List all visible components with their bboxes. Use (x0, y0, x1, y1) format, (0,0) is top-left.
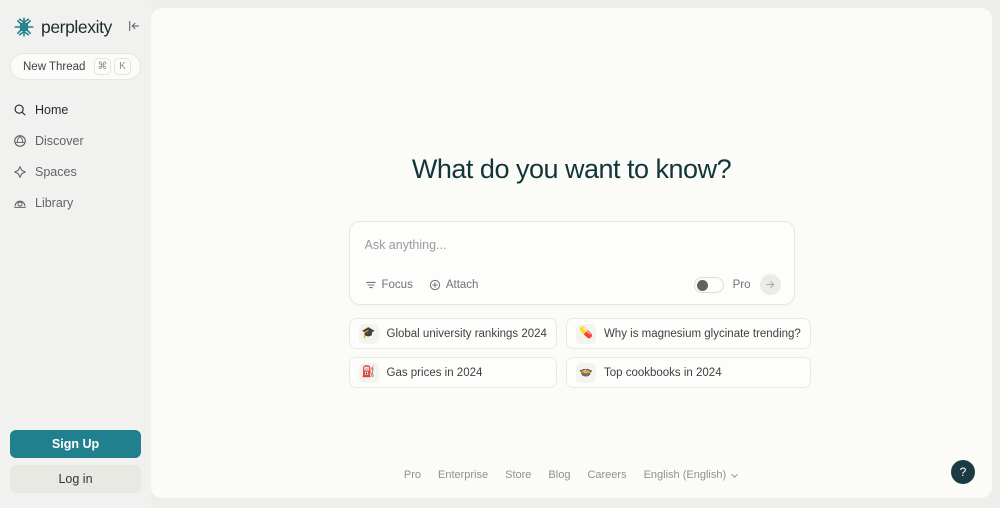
sidebar-nav: Home Discover Spaces Library (0, 94, 151, 218)
spaces-diamond-icon (14, 165, 26, 178)
auth-buttons: Sign Up Log in (0, 430, 151, 508)
footer-link-enterprise[interactable]: Enterprise (438, 469, 488, 481)
sidebar: perplexity New Thread ⌘ K Home Discover … (0, 0, 151, 508)
pro-toggle-knob (696, 279, 708, 291)
focus-sliders-icon (365, 281, 376, 288)
collapse-arrow-icon (129, 21, 139, 31)
composer-toolbar: Focus Attach Pro (365, 274, 781, 295)
new-thread-button[interactable]: New Thread ⌘ K (10, 53, 141, 80)
help-button[interactable]: ? (951, 460, 975, 484)
graduation-cap-icon: 🎓 (358, 323, 379, 344)
language-label: English (English) (643, 469, 727, 481)
pill-capsule-icon: 💊 (575, 323, 596, 344)
shortcut-letter-key: K (114, 58, 131, 75)
log-in-button[interactable]: Log in (10, 465, 141, 493)
suggestion-card-0[interactable]: 🎓 Global university rankings 2024 (348, 318, 557, 349)
sidebar-item-library[interactable]: Library (0, 187, 151, 218)
sidebar-item-spaces-label: Spaces (35, 164, 77, 179)
brand-name: perplexity (41, 16, 112, 37)
sidebar-item-home[interactable]: Home (0, 94, 151, 125)
suggestion-label-0: Global university rankings 2024 (386, 327, 547, 340)
discover-globe-icon (14, 134, 26, 147)
footer-link-pro[interactable]: Pro (404, 469, 421, 481)
page-title: What do you want to know? (411, 154, 732, 184)
main-card: What do you want to know? Focus (151, 8, 992, 498)
library-icon (14, 200, 26, 208)
composer: Focus Attach Pro (348, 221, 795, 305)
submit-button[interactable] (759, 274, 781, 295)
suggestion-card-1[interactable]: 💊 Why is magnesium glycinate trending? (565, 318, 811, 349)
attach-button[interactable]: Attach (429, 278, 479, 291)
suggestion-label-3: Top cookbooks in 2024 (603, 366, 722, 379)
pro-label: Pro (732, 278, 751, 291)
perplexity-logo-icon (14, 17, 34, 37)
sign-up-button[interactable]: Sign Up (10, 430, 141, 458)
sidebar-item-library-label: Library (35, 195, 74, 210)
suggestion-list: 🎓 Global university rankings 2024 💊 Why … (348, 318, 811, 388)
footer-link-blog[interactable]: Blog (548, 469, 570, 481)
search-input[interactable] (364, 235, 781, 254)
sidebar-item-home-label: Home (35, 102, 69, 117)
focus-label: Focus (381, 278, 413, 291)
suggestion-card-2[interactable]: ⛽ Gas prices in 2024 (348, 357, 557, 388)
sidebar-item-spaces[interactable]: Spaces (0, 156, 151, 187)
attach-plus-circle-icon (429, 279, 440, 290)
cooking-pot-icon: 🍲 (575, 362, 596, 383)
collapse-sidebar-icon[interactable] (126, 18, 142, 34)
suggestion-label-2: Gas prices in 2024 (386, 366, 483, 379)
suggestion-label-1: Why is magnesium glycinate trending? (603, 327, 801, 340)
chevron-down-icon (731, 473, 738, 478)
sidebar-item-discover-label: Discover (35, 133, 84, 148)
pro-toggle[interactable] (693, 276, 724, 293)
suggestion-card-3[interactable]: 🍲 Top cookbooks in 2024 (565, 357, 811, 388)
shortcut-modifier-key: ⌘ (94, 58, 111, 75)
footer: Pro Enterprise Store Blog Careers Englis… (151, 469, 992, 481)
language-selector[interactable]: English (English) (644, 469, 740, 481)
home-search-icon (14, 104, 26, 115)
focus-button[interactable]: Focus (365, 279, 413, 291)
footer-link-careers[interactable]: Careers (587, 469, 626, 481)
composer-right-controls: Pro (693, 274, 781, 295)
attach-label: Attach (445, 278, 479, 291)
arrow-right-icon (765, 281, 774, 288)
fuel-pump-icon: ⛽ (358, 362, 379, 383)
new-thread-label: New Thread (23, 60, 86, 73)
sidebar-item-discover[interactable]: Discover (0, 125, 151, 156)
main-area: What do you want to know? Focus (151, 0, 1000, 508)
footer-link-store[interactable]: Store (505, 469, 531, 481)
